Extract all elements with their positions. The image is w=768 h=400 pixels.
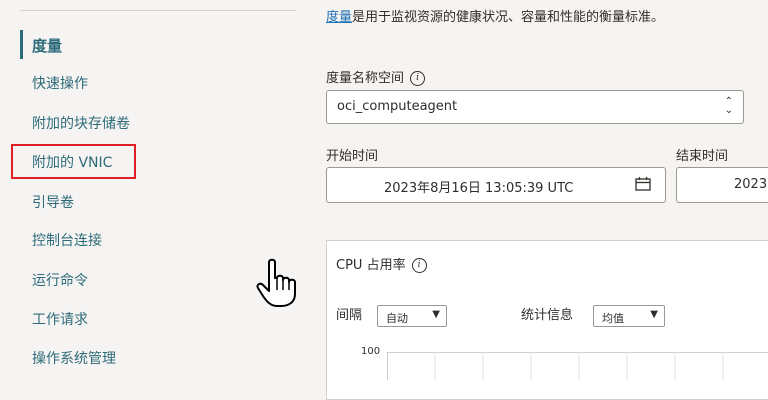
hand-pointer-cursor — [256, 258, 296, 307]
divider — [20, 10, 296, 11]
start-time-label: 开始时间 — [326, 149, 379, 164]
chart-title-text: CPU 占用率 — [336, 258, 406, 273]
info-icon[interactable]: i — [410, 71, 426, 86]
sidebar-item-quick-actions[interactable]: 快速操作 — [32, 73, 88, 93]
intro-text: 度量是用于监视资源的健康状况、容量和性能的衡量标准。 — [326, 6, 664, 25]
namespace-label: 度量名称空间 i — [326, 67, 426, 86]
namespace-value: oci_computeagent — [337, 99, 458, 114]
statistic-value: 均值 — [602, 312, 624, 325]
namespace-label-text: 度量名称空间 — [326, 71, 405, 86]
metrics-link[interactable]: 度量 — [326, 10, 352, 25]
info-icon[interactable]: i — [411, 258, 427, 273]
interval-select[interactable]: 自动 ▼ — [377, 305, 447, 327]
chart-grid — [387, 352, 768, 380]
main-content: 度量是用于监视资源的健康状况、容量和性能的衡量标准。 度量名称空间 i oci_c… — [300, 0, 768, 400]
sidebar-item-metrics[interactable]: 度量 — [32, 35, 62, 56]
updown-chevron-icon: ⌃ ⌄ — [724, 96, 733, 116]
start-time-field[interactable]: 2023年8月16日 13:05:39 UTC — [326, 167, 666, 203]
y-axis-tick: 100 — [361, 346, 381, 357]
sidebar-nav: 度量 快速操作 附加的块存储卷 附加的 VNIC 引导卷 控制台连接 运行命令 … — [0, 0, 300, 379]
end-time-label: 结束时间 — [676, 149, 729, 164]
interval-value: 自动 — [386, 312, 408, 325]
namespace-select[interactable]: oci_computeagent ⌃ ⌄ — [326, 90, 744, 124]
end-time-value: 2023 — [734, 177, 768, 192]
caret-down-icon: ▼ — [650, 309, 658, 320]
end-time-field[interactable]: 2023 — [676, 167, 768, 203]
sidebar-item-attached-block-volumes[interactable]: 附加的块存储卷 — [32, 113, 130, 133]
sidebar-item-work-requests[interactable]: 工作请求 — [32, 309, 88, 329]
sidebar-item-console-connections[interactable]: 控制台连接 — [32, 230, 102, 250]
sidebar-item-run-command[interactable]: 运行命令 — [32, 270, 88, 290]
interval-label: 间隔 — [336, 308, 363, 323]
statistic-label: 统计信息 — [521, 308, 574, 323]
highlight-box — [11, 144, 136, 179]
intro-description: 是用于监视资源的健康状况、容量和性能的衡量标准。 — [352, 10, 665, 25]
calendar-icon[interactable] — [635, 177, 651, 191]
active-indicator — [20, 30, 23, 59]
statistic-select[interactable]: 均值 ▼ — [593, 305, 665, 327]
sidebar-item-boot-volume[interactable]: 引导卷 — [32, 192, 74, 212]
start-time-value: 2023年8月16日 13:05:39 UTC — [384, 181, 574, 196]
caret-down-icon: ▼ — [432, 309, 440, 320]
sidebar-item-os-management[interactable]: 操作系统管理 — [32, 348, 116, 368]
chart-title: CPU 占用率 i — [336, 254, 427, 273]
